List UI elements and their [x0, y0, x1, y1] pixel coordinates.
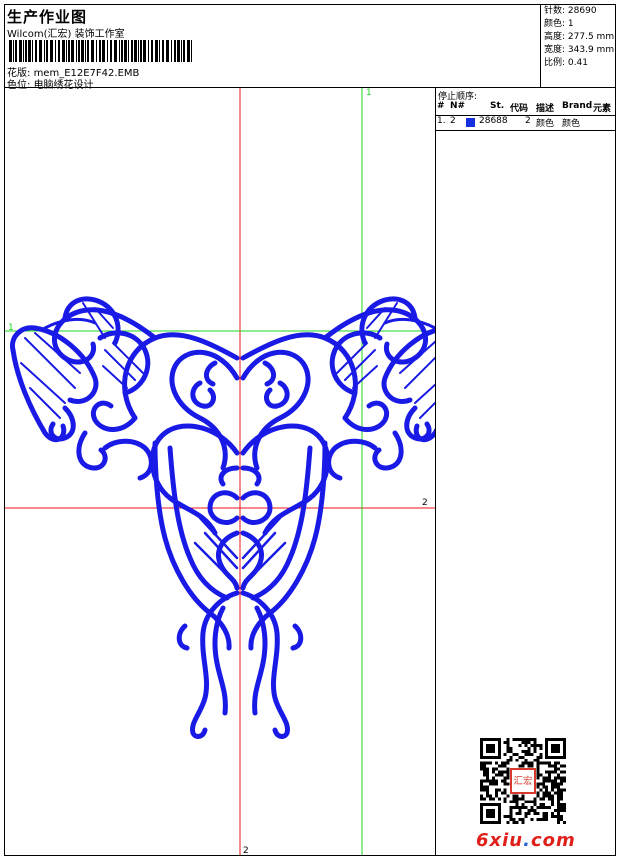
- document-title: 生产作业图: [7, 8, 88, 26]
- studio-name: Wilcom(汇宏) 装饰工作室: [7, 29, 125, 40]
- row-brand: 颜色: [562, 119, 581, 129]
- col-code: 代码: [510, 104, 529, 114]
- scale-value: 比例: 0.41: [544, 58, 588, 68]
- color-count: 颜色: 1: [544, 19, 574, 29]
- col-index: #: [437, 101, 445, 111]
- col-desc: 描述: [536, 104, 555, 114]
- height-value: 高度: 277.5 mm: [544, 32, 615, 42]
- red-vertical-label: 2: [243, 846, 249, 856]
- row-index: 1.: [437, 116, 446, 126]
- stats-panel: 针数: 28690 颜色: 1 高度: 277.5 mm 宽度: 343.9 m…: [540, 4, 616, 88]
- stitch-count: 针数: 28690: [544, 6, 597, 16]
- col-brand: Brand: [562, 101, 593, 111]
- row-needle: 2: [450, 116, 456, 126]
- embroidery-design: [9, 296, 435, 739]
- red-horizontal-label: 2: [422, 498, 428, 508]
- qr-code: 汇宏: [480, 738, 566, 824]
- site-logo: 6xiu.com: [476, 830, 576, 851]
- green-horizontal-label: 1: [8, 323, 14, 333]
- row-code: 2: [525, 116, 531, 126]
- row-stitches: 28688: [479, 116, 508, 126]
- stop-sequence-header: # N# St. 代码 描述 Brand 元素: [436, 101, 616, 115]
- color-swatch: [466, 118, 475, 127]
- seal-text: 汇宏: [514, 775, 533, 787]
- header: 生产作业图 Wilcom(汇宏) 装饰工作室 花版: mem_E12E7F42.…: [4, 4, 616, 91]
- embroidery-right-half: [243, 299, 435, 737]
- col-needle: N#: [450, 101, 466, 111]
- col-element: 元素: [593, 104, 612, 114]
- barcode: [9, 40, 192, 62]
- embroidery-left-half: [9, 296, 240, 739]
- row-desc: 颜色: [536, 119, 555, 129]
- table-row: 1. 2 28688 2 颜色 颜色: [436, 115, 616, 131]
- width-value: 宽度: 343.9 mm: [544, 45, 615, 55]
- col-stitches: St.: [490, 101, 505, 111]
- design-canvas: [5, 88, 435, 855]
- green-vertical-label: 1: [366, 88, 372, 98]
